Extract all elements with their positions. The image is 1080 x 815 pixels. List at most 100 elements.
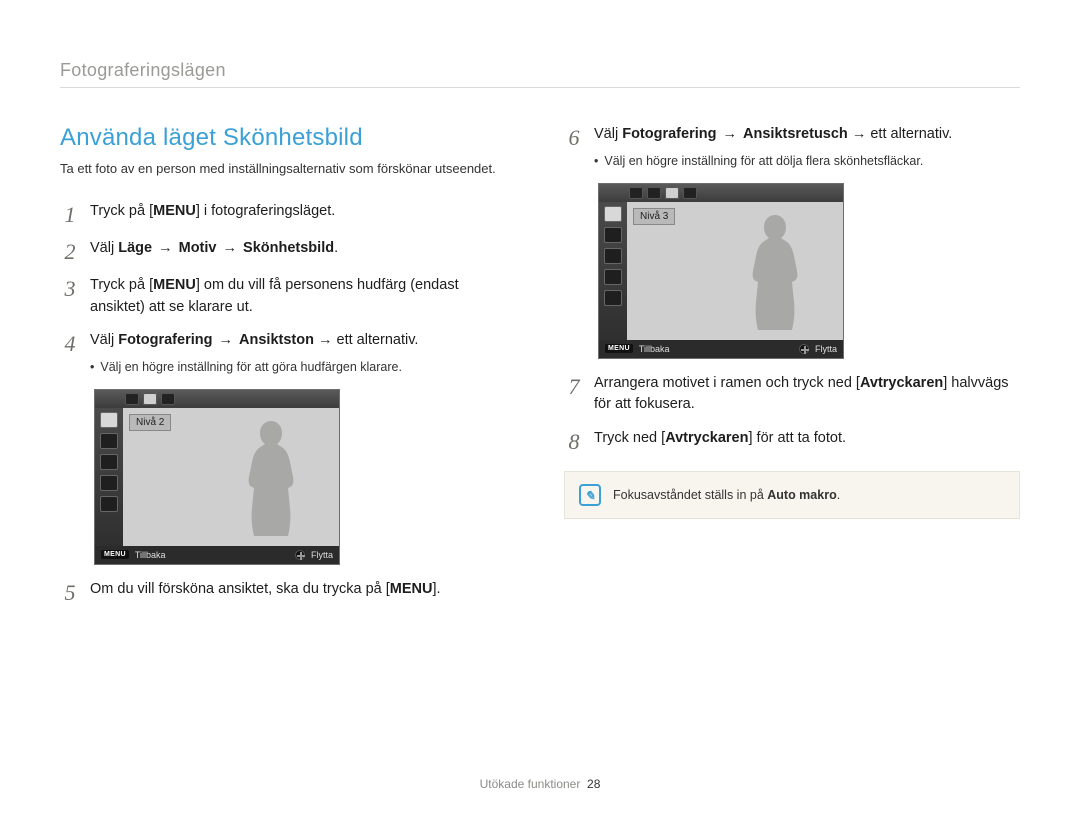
lcd-canvas: Nivå 3 <box>627 202 843 340</box>
level-label: Nivå 2 <box>129 414 171 431</box>
right-column: 6 Välj Fotografering → Ansiktsretusch → … <box>564 124 1020 616</box>
path-part: Skönhetsbild <box>243 240 334 256</box>
content-columns: Använda läget Skönhetsbild Ta ett foto a… <box>60 124 1020 616</box>
flash-icon <box>100 412 118 428</box>
menu-key: MENU <box>153 277 196 293</box>
sound-off-icon <box>604 290 622 306</box>
sub-text: Välj en högre inställning för att dölja … <box>604 152 923 171</box>
level-dot-icon <box>143 393 157 405</box>
left-column: Använda läget Skönhetsbild Ta ett foto a… <box>60 124 516 616</box>
step-4: 4 Välj Fotografering → Ansiktston → ett … <box>60 330 516 377</box>
step-number: 6 <box>564 127 584 149</box>
step-number: 2 <box>60 241 80 263</box>
step-number: 7 <box>564 376 584 398</box>
move-label: Flytta <box>815 344 837 354</box>
menu-chip-icon: MENU <box>101 550 129 559</box>
text: → ett alternativ. <box>848 126 953 142</box>
text: . <box>334 240 338 256</box>
lcd-canvas: Nivå 2 <box>123 408 339 546</box>
footer-section: Utökade funktioner <box>480 777 581 791</box>
mode-name: Auto makro <box>767 488 836 502</box>
path-part: Motiv <box>179 240 217 256</box>
step-6: 6 Välj Fotografering → Ansiktsretusch → … <box>564 124 1020 171</box>
manual-page: Fotograferingslägen Använda läget Skönhe… <box>0 0 1080 815</box>
note-text: Fokusavståndet ställs in på Auto makro. <box>613 488 840 502</box>
dpad-icon <box>799 344 809 354</box>
level-dot-icon <box>683 187 697 199</box>
text: ]. <box>433 581 441 597</box>
step-body: Välj Läge → Motiv → Skönhetsbild. <box>90 238 516 260</box>
lcd-body: Nivå 2 <box>95 408 339 546</box>
lcd-bottombar: MENU Tillbaka Flytta <box>599 340 843 358</box>
path-part: Läge <box>118 240 152 256</box>
camera-lcd-figure-right: Nivå 3 MENU Tillbaka Flytta <box>598 183 1020 359</box>
step-number: 3 <box>60 278 80 300</box>
text: Om du vill försköna ansiktet, ska du try… <box>90 581 390 597</box>
sound-off-icon <box>100 496 118 512</box>
step-body: Arrangera motivet i ramen och tryck ned … <box>594 373 1020 417</box>
lcd-topbar <box>95 390 339 408</box>
step-7: 7 Arrangera motivet i ramen och tryck ne… <box>564 373 1020 417</box>
step-body: Tryck på [MENU] i fotograferingsläget. <box>90 201 516 223</box>
arrow-icon: → <box>716 126 743 142</box>
lcd-body: Nivå 3 <box>599 202 843 340</box>
step-number: 5 <box>60 582 80 604</box>
face-detect-icon <box>604 227 622 243</box>
lcd-sidebar <box>599 202 627 340</box>
level-dot-icon <box>647 187 661 199</box>
text: Välj <box>90 240 118 256</box>
level-dot-icon <box>629 187 643 199</box>
camera-lcd: Nivå 2 MENU Tillbaka Flytta <box>94 389 340 565</box>
text: Tryck ned [ <box>594 430 665 446</box>
menu-key: MENU <box>390 581 433 597</box>
lcd-topbar <box>599 184 843 202</box>
person-silhouette-icon <box>231 416 311 546</box>
page-number: 28 <box>587 777 600 791</box>
step-number: 4 <box>60 333 80 355</box>
grid-icon <box>604 269 622 285</box>
shutter-key: Avtryckaren <box>665 430 748 446</box>
back-label: Tillbaka <box>135 550 166 560</box>
path-part: Fotografering <box>622 126 716 142</box>
page-footer: Utökade funktioner 28 <box>0 777 1080 791</box>
text: Välj <box>594 126 622 142</box>
text: ] i fotograferingsläget. <box>196 203 335 219</box>
step-body: Välj Fotografering → Ansiktsretusch → et… <box>594 124 1020 171</box>
level-dot-icon <box>125 393 139 405</box>
section-title: Använda läget Skönhetsbild <box>60 124 516 152</box>
sub-bullet: •Välj en högre inställning för att göra … <box>90 358 516 377</box>
person-silhouette-icon <box>735 210 815 340</box>
step-2: 2 Välj Läge → Motiv → Skönhetsbild. <box>60 238 516 263</box>
section-lead: Ta ett foto av en person med inställning… <box>60 160 516 179</box>
step-body: Om du vill försköna ansiktet, ska du try… <box>90 579 516 601</box>
arrow-icon: → <box>212 332 239 348</box>
info-icon: ✎ <box>579 484 601 506</box>
text: Fokusavståndet ställs in på <box>613 488 767 502</box>
lcd-sidebar <box>95 408 123 546</box>
level-label: Nivå 3 <box>633 208 675 225</box>
arrow-icon: → <box>216 240 243 256</box>
back-label: Tillbaka <box>639 344 670 354</box>
path-part: Fotografering <box>118 332 212 348</box>
sub-bullet: •Välj en högre inställning för att dölja… <box>594 152 1020 171</box>
text: ] för att ta fotot. <box>748 430 846 446</box>
text: Tryck på [ <box>90 203 153 219</box>
step-5: 5 Om du vill försköna ansiktet, ska du t… <box>60 579 516 604</box>
text: Välj <box>90 332 118 348</box>
arrow-icon: → <box>152 240 179 256</box>
flash-icon <box>604 206 622 222</box>
path-part: Ansiktsretusch <box>743 126 848 142</box>
level-dot-icon <box>161 393 175 405</box>
move-label: Flytta <box>311 550 333 560</box>
steps-left-2: 5 Om du vill försköna ansiktet, ska du t… <box>60 579 516 604</box>
text: → ett alternativ. <box>314 332 419 348</box>
text: Tryck på [ <box>90 277 153 293</box>
level-dot-icon <box>665 187 679 199</box>
breadcrumb: Fotograferingslägen <box>60 60 1020 88</box>
info-note: ✎ Fokusavståndet ställs in på Auto makro… <box>564 471 1020 519</box>
camera-lcd: Nivå 3 MENU Tillbaka Flytta <box>598 183 844 359</box>
menu-key: MENU <box>153 203 196 219</box>
steps-right: 6 Välj Fotografering → Ansiktsretusch → … <box>564 124 1020 171</box>
size-icon <box>100 454 118 470</box>
steps-right-2: 7 Arrangera motivet i ramen och tryck ne… <box>564 373 1020 454</box>
